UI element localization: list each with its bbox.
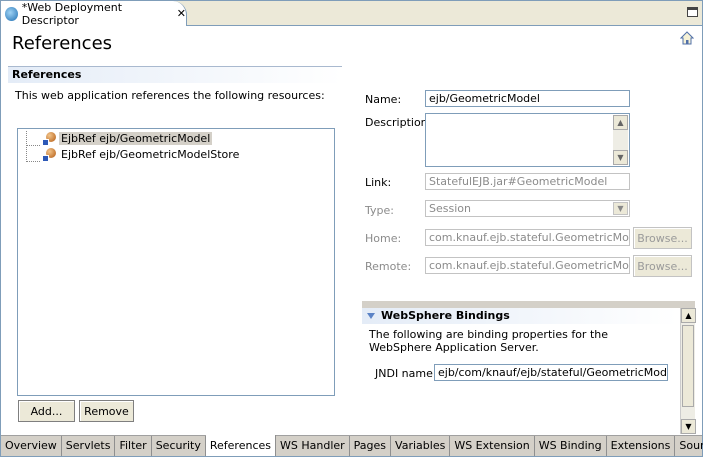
name-label: Name: — [365, 93, 402, 106]
description-scrollbar[interactable]: ▲ ▼ — [613, 115, 628, 165]
home-field[interactable]: com.knauf.ejb.stateful.GeometricModelH — [425, 229, 630, 246]
websphere-bindings-panel: WebSphere Bindings The following are bin… — [362, 301, 696, 434]
type-combo-value: Session — [429, 202, 471, 215]
tree-connector — [26, 131, 40, 146]
references-description: This web application references the foll… — [15, 89, 325, 102]
page-tabs: Overview Servlets Filter Security Refere… — [1, 435, 703, 456]
websphere-bindings-title: WebSphere Bindings — [381, 309, 510, 322]
type-combo[interactable]: Session ▼ — [425, 200, 630, 217]
chevron-down-icon[interactable]: ▼ — [613, 202, 628, 215]
page-title: References — [12, 33, 113, 54]
remote-label: Remote: — [365, 260, 412, 273]
remove-button[interactable]: Remove — [79, 400, 134, 422]
tab-ws-extension[interactable]: WS Extension — [450, 436, 535, 456]
websphere-bindings-header[interactable]: WebSphere Bindings — [362, 308, 678, 324]
editor-tab[interactable]: *Web Deployment Descriptor ✕ — [1, 0, 187, 27]
tab-pages[interactable]: Pages — [350, 436, 392, 456]
tab-extensions[interactable]: Extensions — [607, 436, 676, 456]
tab-source[interactable]: Source — [675, 436, 703, 456]
home-icon[interactable] — [680, 31, 694, 45]
scroll-up-arrow-icon[interactable]: ▲ — [681, 308, 696, 323]
tree-item-label: EjbRef ejb/GeometricModel — [59, 132, 213, 145]
remote-field[interactable]: com.knauf.ejb.stateful.GeometricModel — [425, 257, 630, 274]
tree-item-geometric-model[interactable]: EjbRef ejb/GeometricModel — [26, 131, 213, 146]
close-icon[interactable]: ✕ — [177, 7, 186, 20]
ejb-ref-icon — [42, 131, 56, 146]
tab-ws-handler[interactable]: WS Handler — [276, 436, 350, 456]
websphere-scrollbar[interactable]: ▲ ▼ — [680, 308, 696, 434]
tab-ws-binding[interactable]: WS Binding — [535, 436, 607, 456]
references-tree[interactable]: EjbRef ejb/GeometricModel EjbRef ejb/Geo… — [17, 128, 335, 396]
description-textarea[interactable]: ▲ ▼ — [425, 113, 630, 167]
home-browse-button[interactable]: Browse... — [633, 227, 692, 249]
globe-icon — [5, 6, 18, 21]
tab-security[interactable]: Security — [152, 436, 206, 456]
tab-filter[interactable]: Filter — [115, 436, 152, 456]
scroll-thumb[interactable] — [682, 325, 694, 407]
tab-references[interactable]: References — [205, 435, 276, 456]
panel-separator — [362, 301, 695, 308]
type-label: Type: — [365, 204, 394, 217]
collapse-triangle-icon[interactable] — [367, 313, 375, 319]
tab-overview[interactable]: Overview — [1, 436, 62, 456]
editor-tab-strip: *Web Deployment Descriptor ✕ — [1, 0, 702, 27]
tree-connector — [26, 147, 40, 162]
add-button[interactable]: Add... — [18, 400, 75, 422]
scroll-up-arrow-icon[interactable]: ▲ — [613, 115, 628, 130]
link-label: Link: — [365, 176, 392, 189]
name-field[interactable]: ejb/GeometricModel — [425, 90, 630, 107]
remote-browse-button[interactable]: Browse... — [633, 255, 692, 277]
tab-variables[interactable]: Variables — [391, 436, 451, 456]
description-label: Description: — [365, 116, 432, 129]
jndi-name-field[interactable]: ejb/com/knauf/ejb/stateful/GeometricMode… — [434, 364, 668, 381]
jndi-name-label: JNDI name: — [375, 367, 437, 380]
maximize-icon[interactable] — [687, 7, 698, 17]
scroll-down-arrow-icon[interactable]: ▼ — [681, 419, 696, 434]
scroll-down-arrow-icon[interactable]: ▼ — [613, 150, 628, 165]
references-section-header[interactable]: References — [8, 66, 342, 83]
ejb-ref-icon — [42, 147, 56, 162]
tree-item-geometric-model-store[interactable]: EjbRef ejb/GeometricModelStore — [26, 147, 241, 162]
editor-tab-title: *Web Deployment Descriptor — [21, 0, 123, 27]
web-deployment-descriptor-editor: *Web Deployment Descriptor ✕ References … — [0, 0, 703, 457]
home-label: Home: — [365, 232, 402, 245]
link-field[interactable]: StatefulEJB.jar#GeometricModel — [425, 173, 630, 190]
tree-item-label: EjbRef ejb/GeometricModelStore — [61, 148, 240, 161]
websphere-description: The following are binding properties for… — [369, 328, 608, 354]
tab-servlets[interactable]: Servlets — [62, 436, 116, 456]
